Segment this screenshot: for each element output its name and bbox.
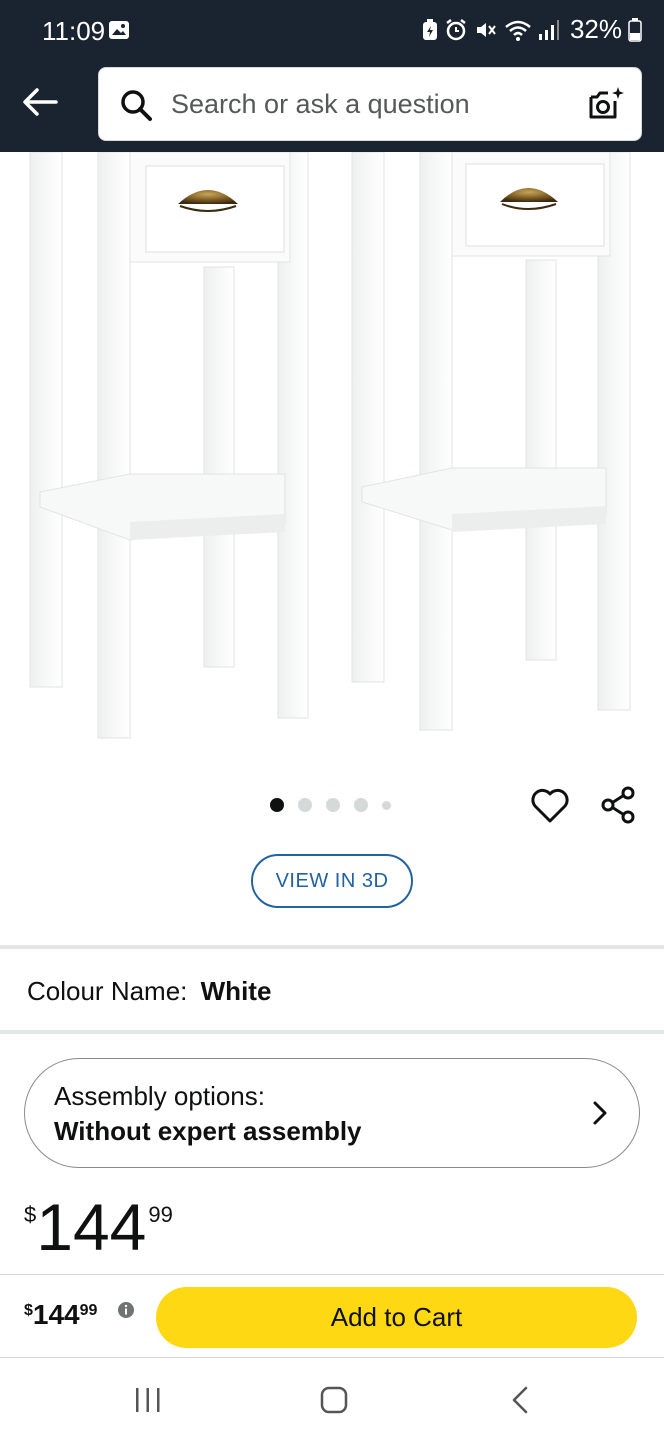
- alarm-icon: [446, 18, 466, 40]
- status-icons: 32%: [422, 14, 642, 45]
- carousel-dots: [270, 798, 391, 812]
- camera-search-icon[interactable]: [585, 84, 625, 124]
- share-icon: [601, 786, 635, 824]
- back-chevron-icon: [512, 1386, 528, 1414]
- product-image[interactable]: [0, 152, 664, 772]
- status-bar: 11:09 32%: [0, 0, 664, 62]
- assembly-options-button[interactable]: Assembly options: Without expert assembl…: [24, 1058, 640, 1168]
- search-box[interactable]: [98, 67, 642, 141]
- colour-label: Colour Name:: [27, 976, 188, 1006]
- info-icon[interactable]: [117, 1301, 135, 1319]
- wishlist-button[interactable]: [528, 783, 572, 827]
- price-whole: 144: [36, 1190, 147, 1264]
- mute-icon: [476, 22, 496, 37]
- assembly-label: Assembly options:: [54, 1081, 265, 1111]
- chevron-right-icon: [593, 1101, 607, 1125]
- price-currency: $: [24, 1202, 37, 1227]
- product-photo: [29, 152, 631, 739]
- share-button[interactable]: [598, 783, 642, 827]
- heart-icon: [531, 788, 569, 823]
- divider: [0, 1030, 664, 1034]
- price-whole: 144: [32, 1299, 80, 1330]
- colour-name-row: Colour Name: White: [27, 976, 271, 1007]
- back-arrow-icon: [23, 88, 58, 116]
- battery-percentage: 32%: [569, 14, 622, 44]
- price-fraction: 99: [148, 1202, 173, 1227]
- system-back-button[interactable]: [490, 1380, 550, 1420]
- search-input[interactable]: [171, 68, 571, 140]
- recent-apps-button[interactable]: [118, 1380, 178, 1420]
- battery-saver-icon: [422, 18, 437, 40]
- carousel-dot[interactable]: [298, 798, 312, 812]
- home-icon: [320, 1386, 348, 1414]
- carousel-dot[interactable]: [382, 800, 391, 810]
- divider: [0, 945, 664, 949]
- gallery-icon: [109, 21, 129, 39]
- signal-icon: [538, 19, 559, 40]
- view-in-3d-button[interactable]: VIEW IN 3D: [251, 854, 413, 908]
- back-button[interactable]: [18, 80, 62, 124]
- colour-value: White: [200, 976, 272, 1006]
- recent-apps-icon: [136, 1388, 160, 1412]
- buy-bar: $ 144 99 Add to Cart: [0, 1274, 664, 1358]
- app-header: [0, 62, 664, 152]
- price-fraction: 99: [79, 1302, 98, 1319]
- carousel-dot[interactable]: [326, 798, 340, 812]
- right-table: [351, 152, 631, 731]
- battery-icon: [628, 17, 642, 42]
- product-price: $ 144 99: [24, 1192, 173, 1262]
- carousel-dot[interactable]: [270, 798, 284, 812]
- left-table: [29, 152, 309, 739]
- system-nav-bar: [0, 1358, 664, 1440]
- status-time: 11:09: [42, 16, 106, 46]
- assembly-value: Without expert assembly: [54, 1116, 362, 1146]
- home-button[interactable]: [304, 1380, 364, 1420]
- add-to-cart-button[interactable]: Add to Cart: [156, 1287, 637, 1348]
- carousel-dot[interactable]: [354, 798, 368, 812]
- buy-bar-price: $ 144 99: [24, 1299, 97, 1331]
- search-icon: [121, 90, 152, 121]
- wifi-icon: [505, 20, 531, 41]
- price-currency: $: [24, 1302, 33, 1319]
